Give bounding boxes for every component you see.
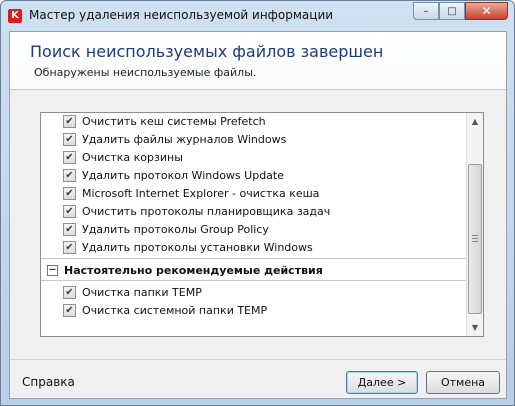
list-item[interactable]: ✔ Очистка корзины [63,148,183,166]
list-item[interactable]: ✔ Microsoft Internet Explorer - очистка к… [63,184,319,202]
maximize-button[interactable]: □ [439,2,465,20]
list-item[interactable]: ✔ Очистка папки TEMP [63,283,202,301]
item-label: Очистить протоколы планировщика задач [82,204,331,218]
cleanup-items-list[interactable]: ✔ Очистить кеш системы Prefetch ✔ Удалить ф… [40,112,484,337]
item-label: Очистка системной папки TEMP [82,303,268,317]
list-item[interactable]: ✔ Удалить протокол Windows Update [63,166,284,184]
item-checkbox[interactable]: ✔ [63,114,76,128]
list-item[interactable]: ✔ Удалить протоколы установки Windows [63,238,313,256]
list-item[interactable]: ✔ Очистить протоколы планировщика задач [63,202,330,220]
item-checkbox[interactable]: ✔ [63,303,76,317]
help-link[interactable]: Справка [22,375,75,389]
wizard-header: Поиск неиспользуемых файлов завершен Обн… [10,32,506,90]
item-label: Microsoft Internet Explorer - очистка ке… [82,186,320,200]
list-content: ✔ Очистить кеш системы Prefetch ✔ Удалить ф… [41,113,467,336]
item-checkbox[interactable]: ✔ [63,240,76,254]
item-label: Очистка папки TEMP [82,285,202,299]
page-subtitle: Обнаружены неиспользуемые файлы. [34,66,257,79]
cancel-button[interactable]: Отмена [426,371,500,394]
next-button[interactable]: Далее > [346,371,418,394]
kaspersky-logo-icon: K [8,9,22,23]
item-label: Удалить файлы журналов Windows [82,132,287,146]
list-item[interactable]: ✔ Удалить протоколы Group Policy [63,220,269,238]
group-label: Настоятельно рекомендуемые действия [64,263,323,277]
item-checkbox[interactable]: ✔ [63,204,76,218]
group-header[interactable]: – Настоятельно рекомендуемые действия [47,261,323,279]
item-label: Удалить протокол Windows Update [82,168,284,182]
item-label: Очистка корзины [82,150,183,164]
thumb-grip [472,235,478,236]
title-bar: K Мастер удаления неиспользуемой информа… [1,1,514,31]
window-title: Мастер удаления неиспользуемой информаци… [29,8,334,22]
close-button[interactable]: ✕ [465,2,508,20]
item-checkbox[interactable]: ✔ [63,186,76,200]
thumb-grip [472,241,478,242]
scroll-up-arrow-icon[interactable]: ▲ [467,113,483,130]
scroll-down-arrow-icon[interactable]: ▼ [467,319,483,336]
group-divider [41,280,467,281]
wizard-client-area: Поиск неиспользуемых файлов завершен Обн… [9,31,507,399]
item-checkbox[interactable]: ✔ [63,222,76,236]
item-label: Удалить протоколы установки Windows [82,240,313,254]
item-checkbox[interactable]: ✔ [63,132,76,146]
thumb-grip [472,238,478,239]
wizard-window: K Мастер удаления неиспользуемой информа… [0,0,515,406]
scroll-thumb[interactable] [468,164,482,314]
list-item[interactable]: ✔ Удалить файлы журналов Windows [63,130,286,148]
collapse-toggle-icon[interactable]: – [47,264,58,276]
item-label: Очистить кеш системы Prefetch [82,114,266,128]
list-item[interactable]: ✔ Очистка системной папки TEMP [63,301,267,319]
page-title: Поиск неиспользуемых файлов завершен [30,42,384,61]
footer-divider [10,359,506,360]
item-checkbox[interactable]: ✔ [63,168,76,182]
list-item[interactable]: ✔ Очистить кеш системы Prefetch [63,113,266,130]
item-checkbox[interactable]: ✔ [63,150,76,164]
item-label: Удалить протоколы Group Policy [82,222,269,236]
minimize-button[interactable]: – [413,2,439,20]
vertical-scrollbar[interactable]: ▲ ▼ [466,113,483,336]
window-controls: – □ ✕ [413,2,508,20]
group-divider [41,258,467,259]
item-checkbox[interactable]: ✔ [63,285,76,299]
